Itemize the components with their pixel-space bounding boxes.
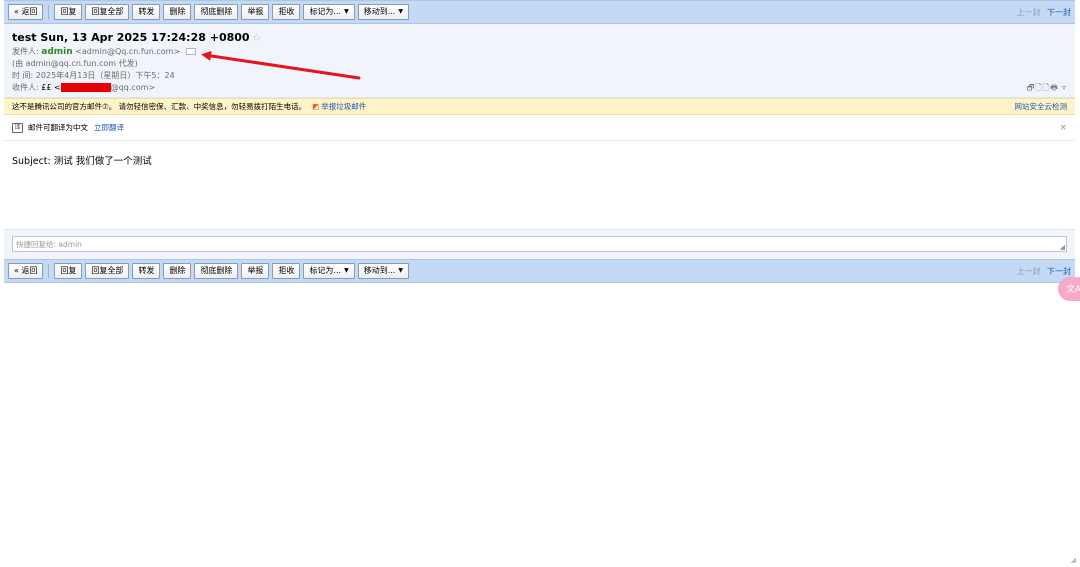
security-warning-bar: 这不是腾讯公司的官方邮件⑦。 请勿轻信密保、汇款、中奖信息，勿轻易拨打陌生电话。… — [4, 98, 1075, 115]
sender-label: 发件人: — [12, 47, 39, 56]
move-to-label: 移动到... — [363, 7, 396, 16]
delete-button[interactable]: 删除 — [163, 263, 192, 279]
report-button[interactable]: 举报 — [241, 263, 270, 279]
header-tools[interactable]: 🗗🗋🗋🖶 ▿ — [1027, 82, 1067, 96]
email-body: Subject: 测试 我们做了一个测试 — [4, 141, 1075, 229]
quick-reply-area: 快捷回复给: admin ◢ — [4, 229, 1075, 259]
forward-button[interactable]: 转发 — [132, 263, 161, 279]
translate-float-button[interactable]: 文A — [1058, 277, 1080, 301]
corner-resize-icon: ◢ — [1070, 557, 1076, 564]
reject-button[interactable]: 拒收 — [272, 263, 301, 279]
email-header: test Sun, 13 Apr 2025 17:24:28 +0800 ☆ 发… — [4, 24, 1075, 98]
redaction-block — [60, 83, 111, 92]
forward-button[interactable]: 转发 — [132, 4, 161, 20]
warning-text: 这不是腾讯公司的官方邮件⑦。 请勿轻信密保、汇款、中奖信息，勿轻易拨打陌生电话。 — [12, 102, 307, 111]
chevron-down-icon: ▼ — [344, 267, 349, 274]
time-value: 2025年4月13日（星期日）下午5：24 — [35, 71, 175, 80]
delete-button[interactable]: 删除 — [163, 4, 192, 20]
move-to-dropdown[interactable]: 移动到... ▼ — [357, 263, 409, 279]
mark-as-label: 标记为... — [309, 7, 342, 16]
report-spam-icon: ◩ — [312, 102, 320, 111]
recipient-name: ££ < — [41, 83, 61, 92]
close-icon[interactable]: × — [1059, 123, 1067, 133]
toolbar-separator — [48, 5, 50, 19]
report-spam-link[interactable]: 举报垃圾邮件 — [321, 101, 366, 112]
email-subject: test Sun, 13 Apr 2025 17:24:28 +0800 ☆ — [12, 31, 1067, 44]
prev-email-link[interactable]: 上一封 — [1016, 267, 1040, 276]
quick-reply-placeholder: 快捷回复给: admin — [16, 240, 82, 249]
pager: 上一封 下一封 — [1016, 266, 1071, 277]
chevron-down-icon: ▼ — [398, 8, 403, 15]
sender-name[interactable]: admin — [41, 47, 72, 57]
star-icon[interactable]: ☆ — [252, 31, 262, 44]
next-email-link[interactable]: 下一封 — [1047, 8, 1071, 17]
recipient-label: 收件人: — [12, 83, 39, 92]
chevron-down-icon: ▼ — [398, 267, 403, 274]
resize-grip-icon[interactable]: ◢ — [1060, 243, 1065, 251]
next-email-link[interactable]: 下一封 — [1047, 267, 1071, 276]
email-viewer: « 返回 回复 回复全部 转发 删除 彻底删除 举报 拒收 标记为... ▼ 移动… — [4, 0, 1075, 283]
sender-row: 发件人: admin <admin@Qq.cn.fun.com> — [12, 46, 1067, 58]
move-to-label: 移动到... — [363, 266, 396, 275]
translate-icon: 译 — [12, 122, 23, 133]
back-button[interactable]: « 返回 — [8, 4, 44, 20]
mark-as-dropdown[interactable]: 标记为... ▼ — [303, 4, 355, 20]
delete-permanently-button[interactable]: 彻底删除 — [194, 4, 239, 20]
sender-email: <admin@Qq.cn.fun.com> — [75, 47, 181, 56]
translate-now-link[interactable]: 立即翻译 — [94, 122, 124, 133]
mark-as-label: 标记为... — [309, 266, 342, 275]
quick-reply-input[interactable]: 快捷回复给: admin ◢ — [12, 236, 1067, 252]
reject-button[interactable]: 拒收 — [272, 4, 301, 20]
reply-button[interactable]: 回复 — [54, 263, 83, 279]
reply-all-button[interactable]: 回复全部 — [85, 263, 130, 279]
top-toolbar: « 返回 回复 回复全部 转发 删除 彻底删除 举报 拒收 标记为... ▼ 移动… — [4, 0, 1075, 24]
subject-text: test Sun, 13 Apr 2025 17:24:28 +0800 — [12, 31, 250, 44]
translate-text: 邮件可翻译为中文 — [28, 123, 88, 132]
time-label: 时 间: — [12, 71, 34, 80]
sent-via: (由 admin@qq.cn.fun.com 代发) — [12, 59, 138, 68]
delete-permanently-button[interactable]: 彻底删除 — [194, 263, 239, 279]
chevron-down-icon: ▼ — [344, 8, 349, 15]
reply-button[interactable]: 回复 — [54, 4, 83, 20]
bottom-toolbar: « 返回 回复 回复全部 转发 删除 彻底删除 举报 拒收 标记为... ▼ 移动… — [4, 259, 1075, 283]
back-button[interactable]: « 返回 — [8, 263, 44, 279]
reply-all-button[interactable]: 回复全部 — [85, 4, 130, 20]
body-text: Subject: 测试 我们做了一个测试 — [12, 156, 152, 167]
move-to-dropdown[interactable]: 移动到... ▼ — [357, 4, 409, 20]
recipient-row: 收件人: ££ < @qq.com> — [12, 82, 1067, 94]
time-row: 时 间: 2025年4月13日（星期日）下午5：24 — [12, 70, 1067, 82]
prev-email-link[interactable]: 上一封 — [1016, 8, 1040, 17]
pager: 上一封 下一封 — [1016, 7, 1071, 18]
report-button[interactable]: 举报 — [241, 4, 270, 20]
toolbar-separator — [48, 264, 50, 278]
mark-as-dropdown[interactable]: 标记为... ▼ — [303, 263, 355, 279]
translate-bar: 译 邮件可翻译为中文 立即翻译 × — [4, 115, 1075, 141]
security-check-link[interactable]: 网站安全云检测 — [1015, 101, 1068, 112]
recipient-suffix: @qq.com> — [110, 83, 156, 92]
contact-card-icon[interactable] — [185, 48, 196, 55]
